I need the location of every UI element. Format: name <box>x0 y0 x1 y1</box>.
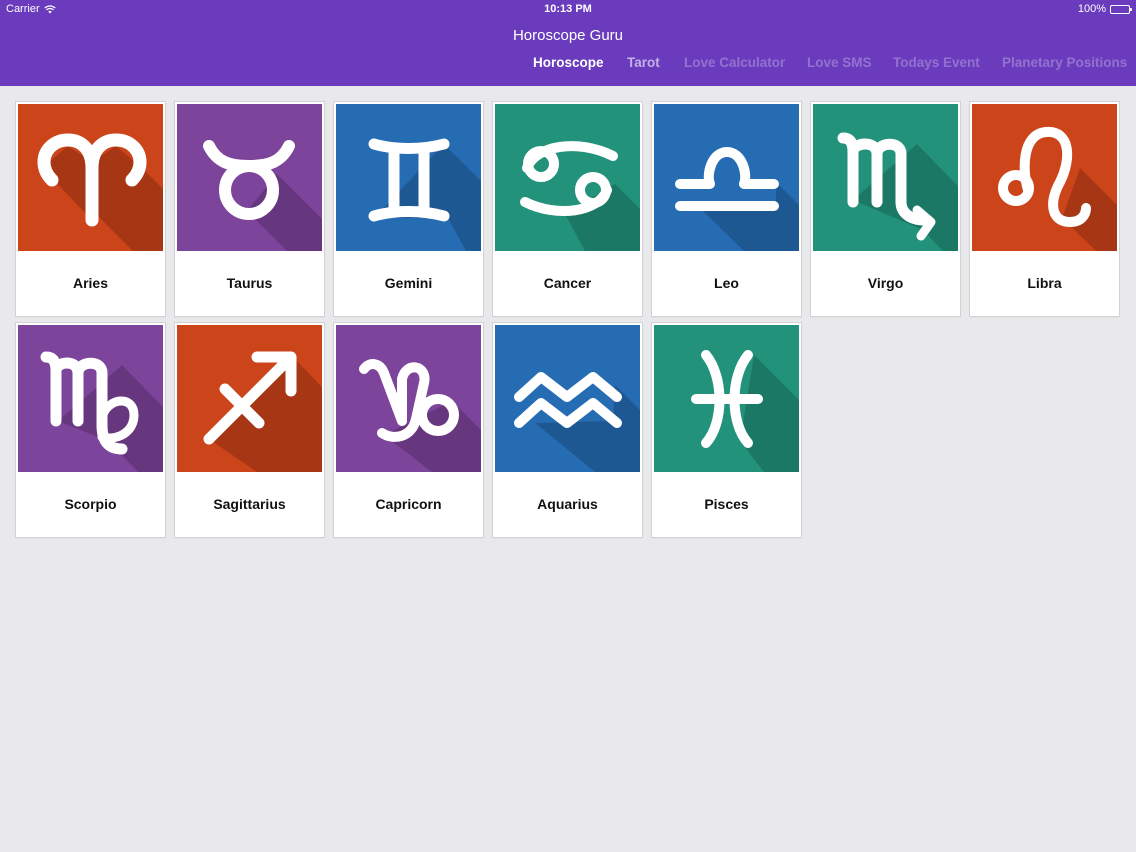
sign-card-sagittarius[interactable]: Sagittarius <box>175 323 324 537</box>
sign-card-virgo[interactable]: Virgo <box>811 102 960 316</box>
taurus-icon <box>177 104 322 251</box>
battery-percent: 100% <box>1077 3 1106 15</box>
sign-tile <box>336 325 481 472</box>
sign-tile <box>972 104 1117 251</box>
sagittarius-icon <box>177 325 322 472</box>
sign-tile <box>177 325 322 472</box>
sign-name: Gemini <box>384 275 433 291</box>
sign-tile <box>177 104 322 251</box>
sign-tile <box>18 104 163 251</box>
app-header: Carrier 10:13 PM 100% Horoscope Guru Hor… <box>0 0 1136 86</box>
gemini-icon <box>336 104 481 251</box>
sign-card-aries[interactable]: Aries <box>16 102 165 316</box>
sign-name: Pisces <box>704 496 749 512</box>
sign-name: Libra <box>1027 275 1062 291</box>
sign-card-aquarius[interactable]: Aquarius <box>493 323 642 537</box>
sign-card-scorpio[interactable]: Scorpio <box>16 323 165 537</box>
battery-indicator: 100% <box>1077 3 1132 15</box>
tab-bar: Horoscope Tarot Love Calculator Love SMS… <box>520 55 1136 75</box>
sign-tile <box>18 325 163 472</box>
app-title: Horoscope Guru <box>512 27 624 44</box>
sign-name: Scorpio <box>64 496 117 512</box>
sign-card-gemini[interactable]: Gemini <box>334 102 483 316</box>
cancer-icon <box>495 104 640 251</box>
sign-tile <box>336 104 481 251</box>
tab-horoscope[interactable]: Horoscope <box>533 55 604 70</box>
aquarius-icon <box>495 325 640 472</box>
sign-name: Sagittarius <box>213 496 286 512</box>
battery-icon <box>1110 4 1132 14</box>
sign-card-pisces[interactable]: Pisces <box>652 323 801 537</box>
sign-name: Cancer <box>543 275 592 291</box>
sign-tile <box>813 104 958 251</box>
sign-name: Aries <box>72 275 109 291</box>
virgo-icon <box>18 325 163 472</box>
aries-icon <box>18 104 163 251</box>
sign-card-taurus[interactable]: Taurus <box>175 102 324 316</box>
sign-card-cancer[interactable]: Cancer <box>493 102 642 316</box>
sign-tile <box>654 325 799 472</box>
tab-planetary-positions[interactable]: Planetary Positions <box>1002 55 1127 70</box>
scorpio-icon <box>813 104 958 251</box>
sign-card-libra[interactable]: Libra <box>970 102 1119 316</box>
sign-card-capricorn[interactable]: Capricorn <box>334 323 483 537</box>
sign-name: Aquarius <box>537 496 598 512</box>
tab-love-sms[interactable]: Love SMS <box>807 55 872 70</box>
sign-name: Taurus <box>226 275 273 291</box>
sign-tile <box>654 104 799 251</box>
libra-icon <box>654 104 799 251</box>
leo-icon <box>972 104 1117 251</box>
sign-name: Virgo <box>867 275 904 291</box>
pisces-icon <box>654 325 799 472</box>
sign-name: Capricorn <box>375 496 442 512</box>
tab-todays-event[interactable]: Todays Event <box>893 55 980 70</box>
sign-card-leo[interactable]: Leo <box>652 102 801 316</box>
sign-name: Leo <box>714 275 739 291</box>
tab-tarot[interactable]: Tarot <box>627 55 660 70</box>
capricorn-icon <box>336 325 481 472</box>
status-bar: Carrier 10:13 PM 100% <box>0 0 1136 18</box>
sign-tile <box>495 104 640 251</box>
tab-love-calculator[interactable]: Love Calculator <box>684 55 785 70</box>
sign-tile <box>495 325 640 472</box>
clock: 10:13 PM <box>544 3 592 15</box>
